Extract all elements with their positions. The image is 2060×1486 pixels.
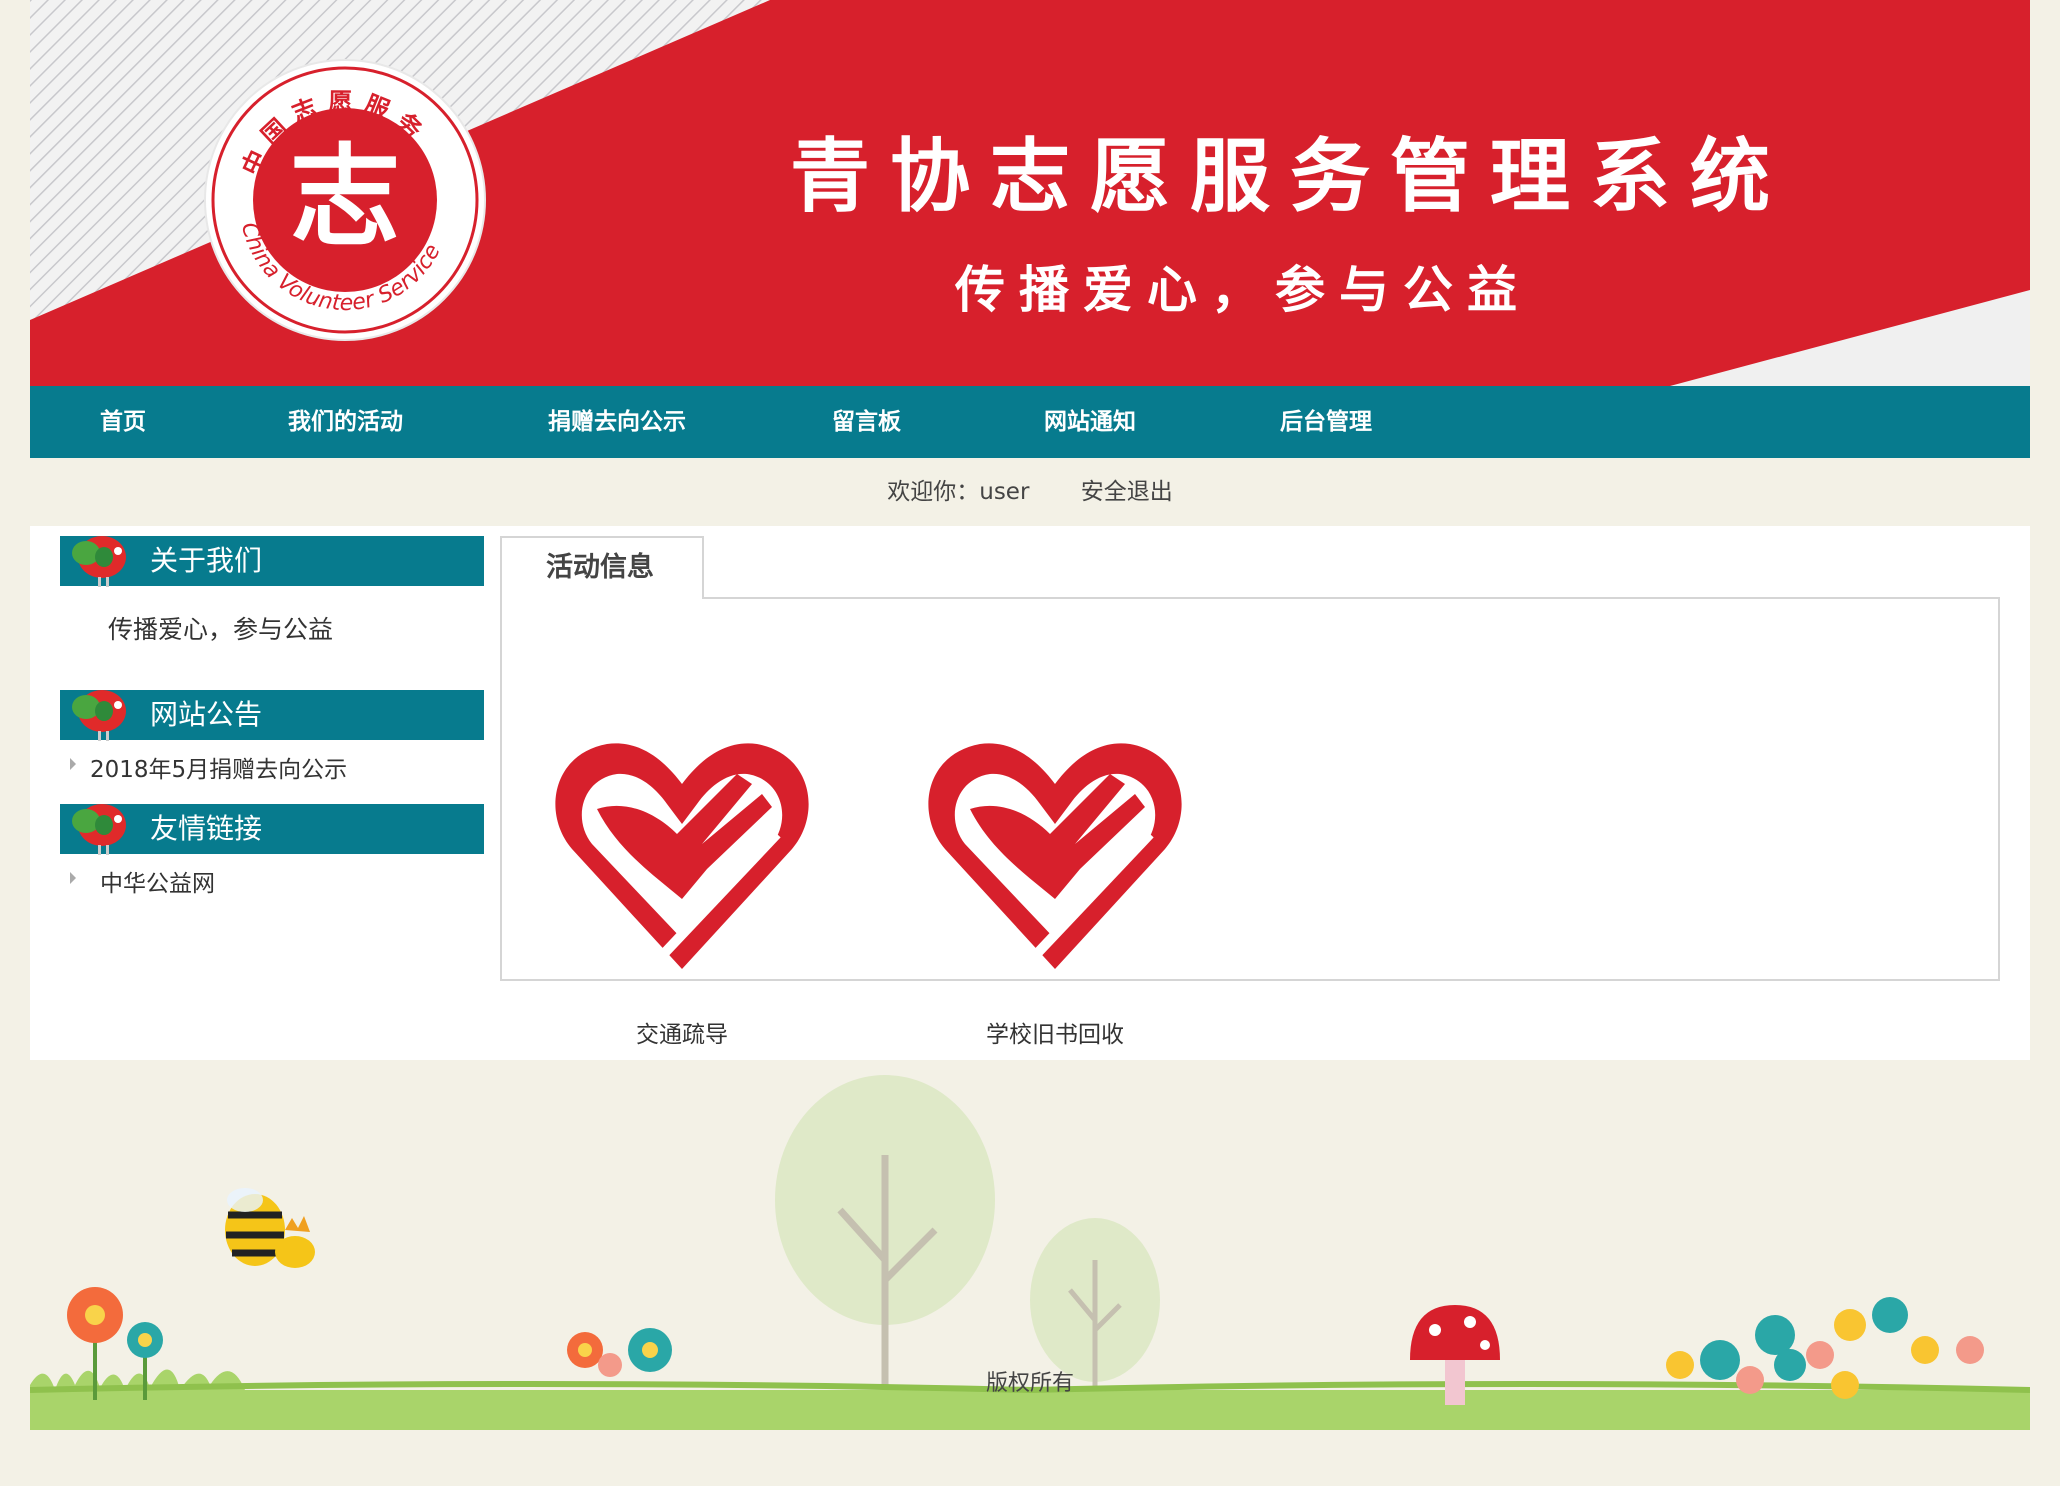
links-title: 友情链接 bbox=[150, 812, 263, 845]
bird-icon bbox=[72, 804, 126, 855]
bullet-icon bbox=[70, 872, 76, 884]
welcome-bar: 欢迎你：user 安全退出 bbox=[30, 458, 2030, 526]
friend-link-label: 中华公益网 bbox=[100, 871, 215, 897]
svg-text:志: 志 bbox=[290, 133, 400, 261]
notices-title: 网站公告 bbox=[150, 698, 263, 731]
site-title: 青协志愿服务管理系统 bbox=[790, 130, 1790, 223]
activity-caption: 学校旧书回收 bbox=[986, 1022, 1124, 1048]
activity-card[interactable]: 交通疏导 bbox=[537, 699, 827, 1049]
activity-caption: 交通疏导 bbox=[636, 1022, 728, 1048]
bird-icon bbox=[72, 536, 126, 587]
links-header: 友情链接 bbox=[60, 804, 484, 855]
links-section: 友情链接 中华公益网 bbox=[60, 804, 484, 898]
volunteer-heart-icon bbox=[928, 743, 1182, 969]
activity-card[interactable]: 学校旧书回收 bbox=[910, 699, 1200, 1049]
copyright-text: 版权所有 bbox=[985, 1371, 1074, 1396]
page: 中国志愿服务 China Volunteer Service 志 青协志愿服务管… bbox=[30, 0, 2030, 1486]
nav-item-home[interactable]: 首页 bbox=[100, 386, 146, 458]
footer: 版权所有 bbox=[30, 1060, 2030, 1430]
activity-panel: 交通疏导 学校旧书回收 bbox=[500, 597, 2000, 1048]
volunteer-logo: 中国志愿服务 China Volunteer Service 志 bbox=[204, 59, 486, 341]
tab-activity-info[interactable]: 活动信息 bbox=[500, 536, 704, 599]
notices-header: 网站公告 bbox=[60, 690, 484, 741]
notices-section: 网站公告 2018年5月捐赠去向公示 bbox=[60, 690, 484, 784]
about-header: 关于我们 bbox=[60, 536, 484, 587]
nav-item-notices[interactable]: 网站通知 bbox=[1044, 386, 1136, 458]
logout-link[interactable]: 安全退出 bbox=[1081, 479, 1173, 505]
nav-item-message-board[interactable]: 留言板 bbox=[832, 386, 901, 458]
friend-link[interactable]: 中华公益网 bbox=[60, 864, 484, 898]
notice-link[interactable]: 2018年5月捐赠去向公示 bbox=[60, 750, 484, 784]
main-nav: 首页 我们的活动 捐赠去向公示 留言板 网站通知 后台管理 bbox=[30, 386, 2030, 458]
nav-item-donations[interactable]: 捐赠去向公示 bbox=[548, 386, 686, 458]
about-title: 关于我们 bbox=[150, 544, 263, 577]
about-text: 传播爱心，参与公益 bbox=[108, 615, 334, 644]
bullet-icon bbox=[70, 758, 76, 770]
notice-link-label: 2018年5月捐赠去向公示 bbox=[90, 757, 348, 783]
header-banner: 中国志愿服务 China Volunteer Service 志 青协志愿服务管… bbox=[30, 0, 2030, 386]
bird-icon bbox=[72, 690, 126, 741]
main-content: 关于我们 传播爱心，参与公益 网站公告 2018年5月捐赠去向公示 友情链接 中… bbox=[30, 526, 2030, 1060]
nav-item-activities[interactable]: 我们的活动 bbox=[288, 386, 403, 458]
volunteer-heart-icon bbox=[555, 743, 809, 969]
about-section: 关于我们 传播爱心，参与公益 bbox=[60, 536, 484, 646]
welcome-user: 欢迎你：user bbox=[887, 479, 1030, 505]
site-slogan: 传播爱心，参与公益 bbox=[955, 261, 1531, 319]
nav-item-admin[interactable]: 后台管理 bbox=[1280, 386, 1372, 458]
